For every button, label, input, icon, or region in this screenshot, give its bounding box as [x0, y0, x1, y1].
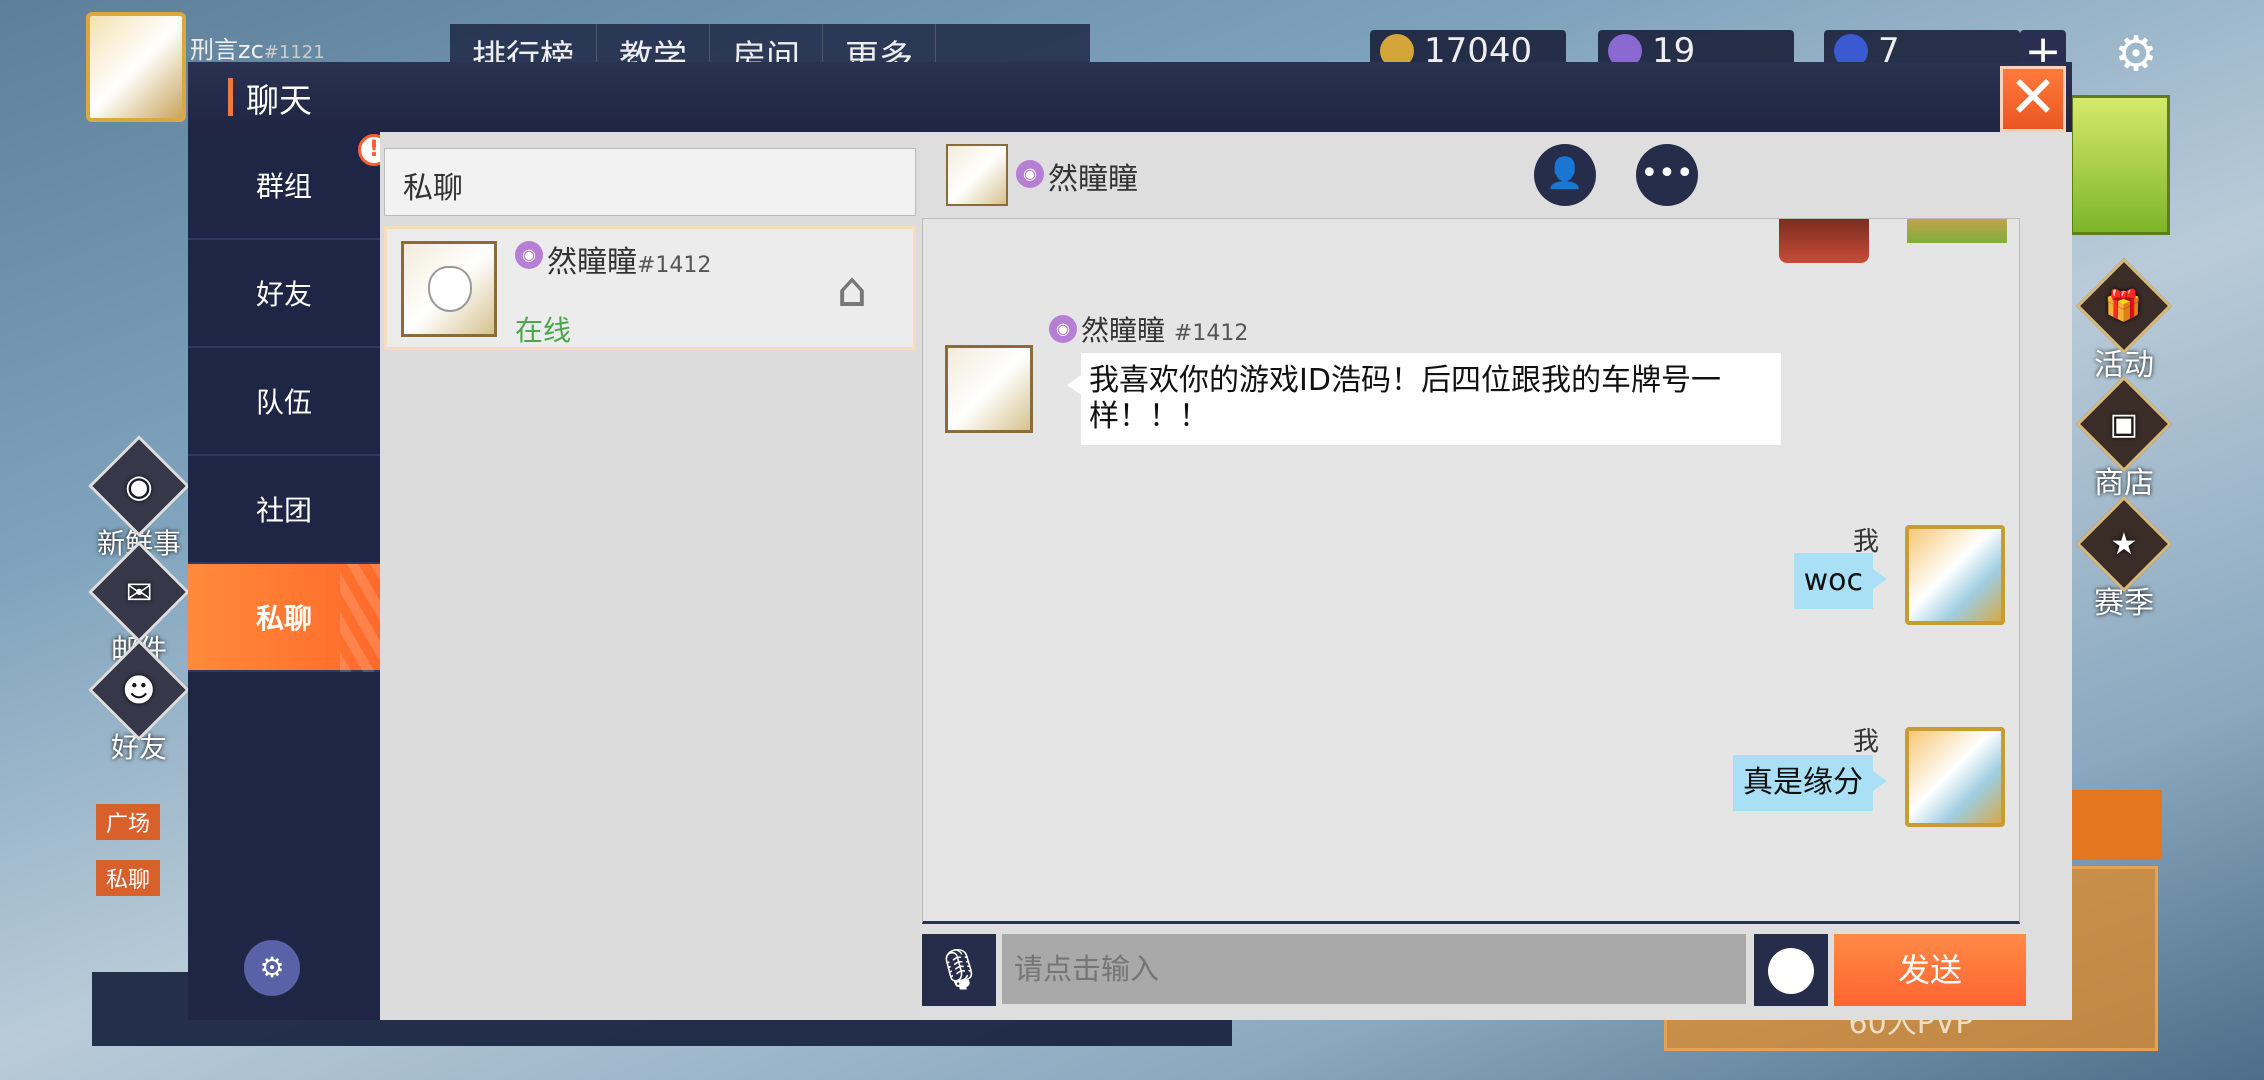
emoji-face-icon	[1768, 948, 1814, 994]
microphone-icon: 🎙	[933, 947, 985, 993]
event-tab[interactable]	[2066, 790, 2162, 860]
season-button[interactable]: ★ 赛季	[2074, 495, 2174, 622]
contact-name: 然瞳瞳#1412	[547, 237, 711, 281]
my-avatar[interactable]	[1905, 727, 2005, 827]
contact-name-text: 然瞳瞳	[547, 245, 637, 280]
tab-private[interactable]: 私聊	[188, 564, 380, 672]
private-badge: 私聊	[96, 860, 161, 896]
gear-icon[interactable]: ⚙	[2108, 26, 2164, 82]
conversation-header: ◉ 然瞳瞳 👤 •••	[920, 132, 2072, 216]
player-avatar[interactable]	[86, 12, 186, 122]
contact-tag: #1412	[637, 253, 712, 278]
send-button[interactable]: 发送	[1834, 934, 2026, 1006]
player-name-text: 刑言zc	[190, 36, 264, 64]
my-avatar[interactable]	[1905, 525, 2005, 625]
home-icon[interactable]: ⌂	[825, 265, 879, 315]
message-sender: 然瞳瞳 #1412	[1081, 309, 1248, 349]
my-message-bubble: 真是缘分	[1733, 755, 1887, 811]
tab-team[interactable]: 队伍	[188, 348, 380, 456]
chat-dialog: 聊天 ✕ 群组 好友 队伍 社团 私聊 ! ⚙ 私聊 ◉ 然瞳瞳#1412 在线…	[188, 62, 2072, 1020]
bottom-nav-1[interactable]	[92, 972, 192, 1046]
conversation-panel: ◉ 然瞳瞳 👤 ••• ◉ 然瞳瞳 #1412 我喜欢你的游戏ID浩码！后四位跟…	[920, 132, 2072, 1020]
avatar-frame-partial	[1907, 219, 2007, 243]
message-sender-tag: #1412	[1173, 321, 1249, 346]
partner-name: 然瞳瞳	[1048, 162, 1138, 197]
close-icon: ✕	[2008, 63, 2058, 131]
recharge-banner[interactable]	[2070, 95, 2170, 235]
message-avatar[interactable]	[945, 345, 1033, 433]
chat-sidebar: 群组 好友 队伍 社团 私聊 ! ⚙	[188, 132, 390, 1020]
chat-bubble-icon: ⚙	[259, 951, 285, 984]
input-row: 🎙 发送	[920, 932, 2072, 1006]
more-icon: •••	[1640, 156, 1694, 191]
more-options-button[interactable]: •••	[1636, 144, 1698, 206]
eye-icon: ◉	[1016, 160, 1044, 188]
my-message-bubble: woc	[1793, 553, 1888, 609]
chat-settings-button[interactable]: ⚙	[244, 940, 300, 996]
message-sender-text: 然瞳瞳	[1081, 314, 1166, 347]
dialog-header: 聊天 ✕	[188, 62, 2072, 132]
sticker-partial	[1779, 219, 1869, 263]
square-badge: 广场	[96, 804, 161, 840]
contact-item[interactable]: ◉ 然瞳瞳#1412 在线 ⌂	[384, 226, 916, 350]
voice-button[interactable]: 🎙	[922, 934, 996, 1006]
list-header: 私聊	[384, 148, 916, 216]
tab-groups[interactable]: 群组	[188, 132, 380, 240]
player-tag: #1121	[263, 42, 325, 63]
title-accent-bar	[228, 78, 233, 116]
online-status: 在线	[515, 314, 572, 347]
conversation-list: 私聊 ◉ 然瞳瞳#1412 在线 ⌂	[380, 132, 920, 1020]
contact-avatar[interactable]	[401, 241, 497, 337]
add-user-icon: 👤	[1546, 156, 1584, 191]
tab-friends[interactable]: 好友	[188, 240, 380, 348]
eye-icon: ◉	[515, 241, 543, 269]
dialog-title: 聊天	[246, 81, 312, 120]
message-area[interactable]: ◉ 然瞳瞳 #1412 我喜欢你的游戏ID浩码！后四位跟我的车牌号一样！！！ 我…	[922, 218, 2020, 924]
partner-avatar[interactable]	[946, 144, 1008, 206]
shop-button[interactable]: ▣ 商店	[2074, 375, 2174, 502]
add-friend-button[interactable]: 👤	[1534, 144, 1596, 206]
my-label: 我	[1853, 727, 1880, 757]
tab-club[interactable]: 社团	[188, 456, 380, 564]
message-input[interactable]	[1002, 934, 1746, 1004]
player-name: 刑言zc#1121	[190, 30, 325, 65]
friends-button[interactable]: ☻ 好友	[84, 639, 194, 766]
close-button[interactable]: ✕	[2000, 66, 2066, 132]
message-bubble: 我喜欢你的游戏ID浩码！后四位跟我的车牌号一样！！！	[1067, 353, 1781, 445]
eye-icon: ◉	[1049, 315, 1077, 343]
activity-button[interactable]: 🎁 活动	[2074, 257, 2174, 384]
emoji-button[interactable]	[1754, 934, 1828, 1006]
